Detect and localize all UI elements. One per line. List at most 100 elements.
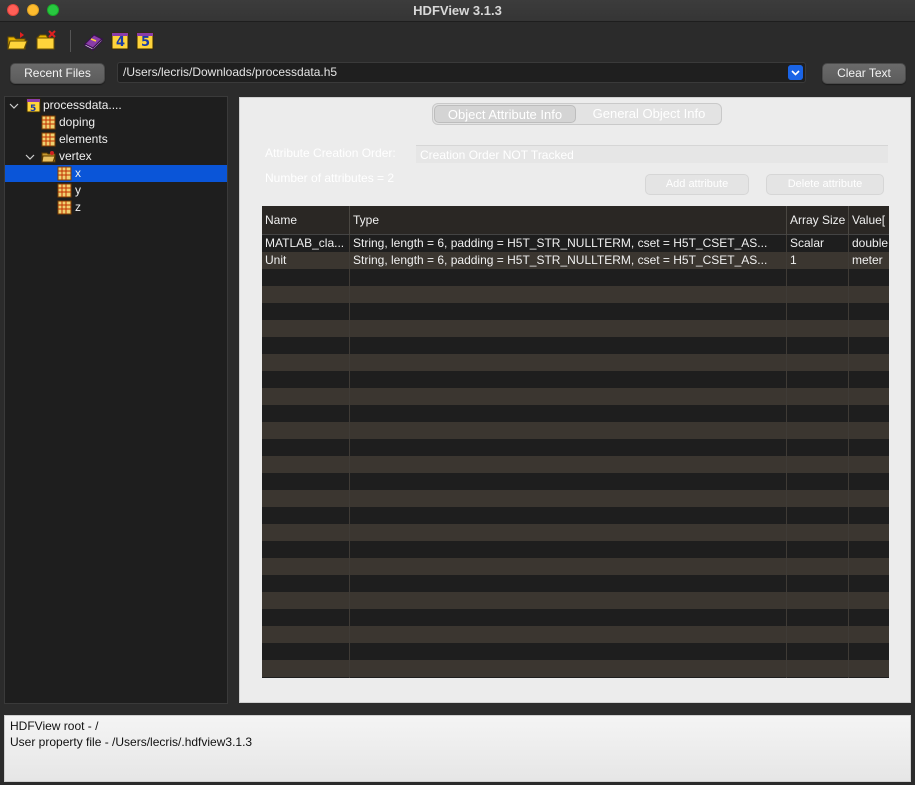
empty-cell bbox=[262, 473, 350, 490]
empty-cell bbox=[849, 609, 889, 626]
empty-cell bbox=[262, 371, 350, 388]
empty-cell bbox=[350, 660, 787, 677]
empty-table-row bbox=[262, 337, 889, 354]
empty-cell bbox=[262, 320, 350, 337]
toolbar: 4 5 bbox=[0, 22, 915, 60]
tab-general-object-info[interactable]: General Object Info bbox=[579, 105, 719, 123]
file-path-text: /Users/lecris/Downloads/processdata.h5 bbox=[123, 65, 338, 79]
empty-cell bbox=[350, 405, 787, 422]
column-header-array-size[interactable]: Array Size bbox=[787, 206, 849, 235]
info-tab-bar: Object Attribute Info General Object Inf… bbox=[432, 103, 722, 125]
empty-cell bbox=[787, 422, 849, 439]
empty-cell bbox=[849, 541, 889, 558]
hdf4-library-icon[interactable]: 4 bbox=[110, 30, 132, 52]
chevron-down-icon[interactable] bbox=[25, 152, 35, 162]
clear-text-button[interactable]: Clear Text bbox=[822, 63, 906, 84]
cell-type[interactable]: String, length = 6, padding = H5T_STR_NU… bbox=[350, 235, 787, 252]
help-book-icon[interactable] bbox=[82, 30, 104, 52]
cell-array-size[interactable]: 1 bbox=[787, 252, 849, 269]
column-header-name[interactable]: Name bbox=[262, 206, 350, 235]
empty-cell bbox=[787, 320, 849, 337]
tree-root-label: processdata.... bbox=[43, 98, 122, 112]
empty-cell bbox=[787, 541, 849, 558]
empty-table-row bbox=[262, 643, 889, 660]
column-header-value[interactable]: Value[ bbox=[849, 206, 889, 235]
empty-cell bbox=[787, 575, 849, 592]
cell-name[interactable]: MATLAB_cla... bbox=[262, 235, 350, 252]
chevron-down-icon[interactable] bbox=[788, 65, 803, 80]
file-path-combobox[interactable]: /Users/lecris/Downloads/processdata.h5 bbox=[117, 62, 806, 83]
empty-cell bbox=[787, 490, 849, 507]
hdf5-file-icon: 5 bbox=[26, 98, 41, 113]
empty-cell bbox=[849, 592, 889, 609]
recent-files-button[interactable]: Recent Files bbox=[10, 63, 105, 84]
empty-table-row bbox=[262, 439, 889, 456]
empty-cell bbox=[262, 575, 350, 592]
tree-item-y[interactable]: y bbox=[5, 182, 227, 199]
table-row[interactable]: MATLAB_cla... String, length = 6, paddin… bbox=[262, 235, 889, 252]
svg-text:4: 4 bbox=[116, 35, 125, 50]
empty-cell bbox=[849, 677, 889, 678]
column-header-type[interactable]: Type bbox=[350, 206, 787, 235]
tree-item-doping[interactable]: doping bbox=[5, 114, 227, 131]
empty-cell bbox=[262, 456, 350, 473]
empty-cell bbox=[350, 490, 787, 507]
close-file-icon[interactable] bbox=[35, 30, 57, 52]
empty-cell bbox=[350, 575, 787, 592]
tree-item-z[interactable]: z bbox=[5, 199, 227, 216]
empty-cell bbox=[350, 371, 787, 388]
tree-root-item[interactable]: 5 processdata.... bbox=[5, 97, 227, 114]
attribute-table: Name Type Array Size Value[ MATLAB_cla..… bbox=[262, 206, 889, 678]
empty-cell bbox=[350, 473, 787, 490]
empty-cell bbox=[787, 269, 849, 286]
empty-cell bbox=[262, 405, 350, 422]
empty-cell bbox=[350, 422, 787, 439]
dataset-icon bbox=[57, 200, 72, 215]
empty-cell bbox=[262, 388, 350, 405]
empty-cell bbox=[849, 507, 889, 524]
status-line: User property file - /Users/lecris/.hdfv… bbox=[10, 735, 253, 749]
empty-cell bbox=[787, 677, 849, 678]
open-file-icon[interactable] bbox=[6, 30, 28, 52]
status-line: HDFView root - / bbox=[10, 719, 99, 733]
add-attribute-button[interactable]: Add attribute bbox=[645, 174, 749, 195]
empty-table-row bbox=[262, 320, 889, 337]
svg-text:5: 5 bbox=[30, 104, 36, 113]
cell-value[interactable]: double bbox=[849, 235, 889, 252]
empty-cell bbox=[849, 643, 889, 660]
empty-cell bbox=[262, 558, 350, 575]
empty-cell bbox=[849, 320, 889, 337]
empty-cell bbox=[787, 660, 849, 677]
tree-item-elements[interactable]: elements bbox=[5, 131, 227, 148]
hdf5-library-icon[interactable]: 5 bbox=[135, 30, 157, 52]
delete-attribute-button[interactable]: Delete attribute bbox=[766, 174, 884, 195]
cell-value[interactable]: meter bbox=[849, 252, 889, 269]
empty-cell bbox=[787, 456, 849, 473]
cell-type[interactable]: String, length = 6, padding = H5T_STR_NU… bbox=[350, 252, 787, 269]
cell-name[interactable]: Unit bbox=[262, 252, 350, 269]
empty-cell bbox=[262, 507, 350, 524]
empty-table-row bbox=[262, 677, 889, 678]
dataset-icon bbox=[57, 183, 72, 198]
empty-table-row bbox=[262, 388, 889, 405]
tree-item-x[interactable]: x bbox=[5, 165, 227, 182]
empty-cell bbox=[787, 524, 849, 541]
tab-object-attribute-info[interactable]: Object Attribute Info bbox=[434, 105, 576, 123]
empty-cell bbox=[849, 439, 889, 456]
empty-cell bbox=[350, 303, 787, 320]
object-info-panel: Object Attribute Info General Object Inf… bbox=[239, 97, 911, 703]
title-bar: HDFView 3.1.3 bbox=[0, 0, 915, 22]
empty-cell bbox=[350, 524, 787, 541]
empty-cell bbox=[849, 558, 889, 575]
empty-cell bbox=[350, 541, 787, 558]
tree-item-vertex[interactable]: vertex bbox=[5, 148, 227, 165]
table-row[interactable]: Unit String, length = 6, padding = H5T_S… bbox=[262, 252, 889, 269]
window-title: HDFView 3.1.3 bbox=[413, 3, 502, 18]
empty-cell bbox=[849, 286, 889, 303]
empty-cell bbox=[350, 439, 787, 456]
empty-table-row bbox=[262, 371, 889, 388]
empty-table-row bbox=[262, 405, 889, 422]
chevron-down-icon[interactable] bbox=[9, 101, 19, 111]
empty-cell bbox=[262, 541, 350, 558]
cell-array-size[interactable]: Scalar bbox=[787, 235, 849, 252]
